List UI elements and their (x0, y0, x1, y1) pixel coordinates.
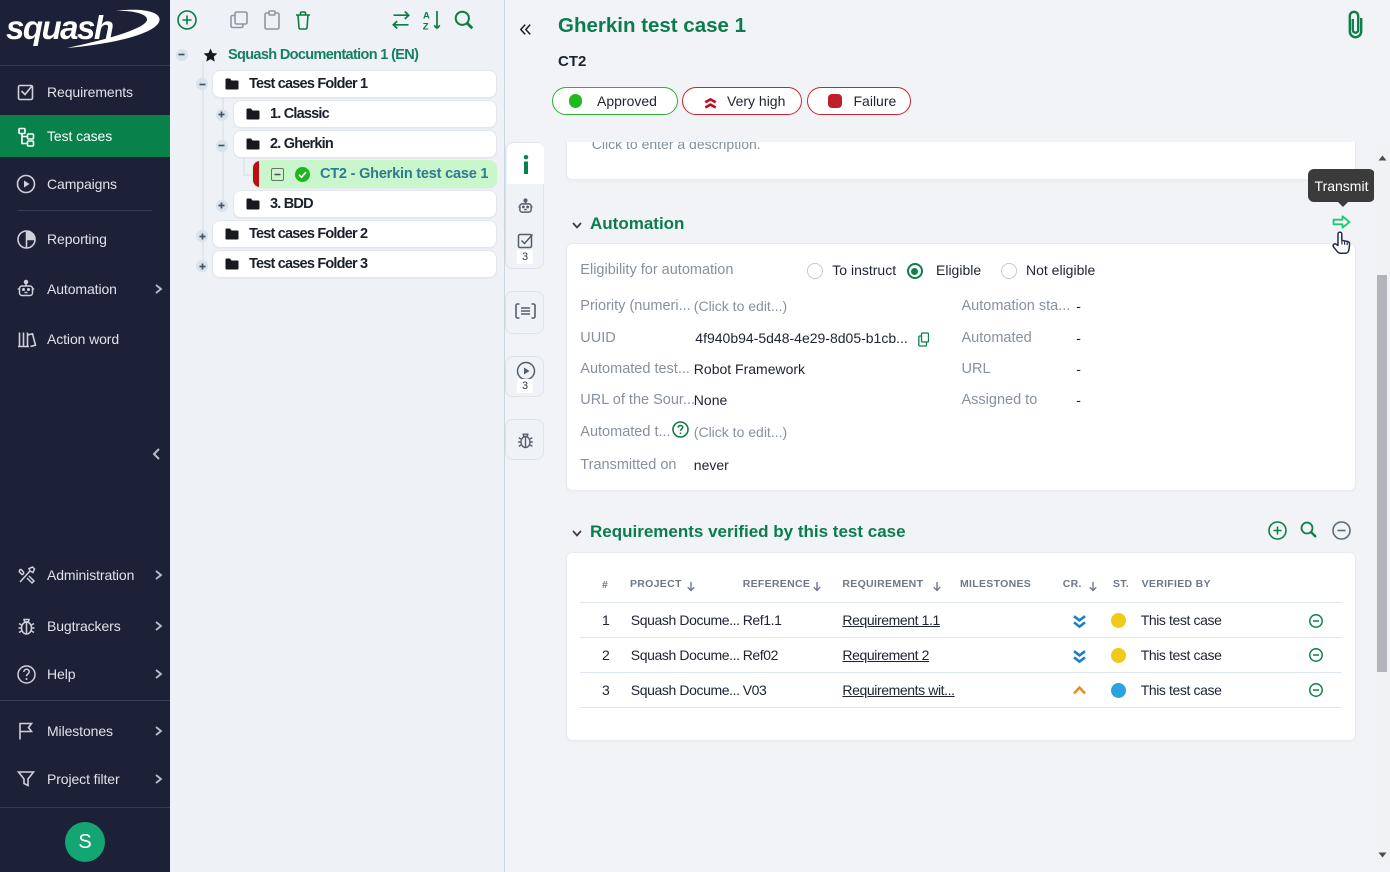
svg-text:squash: squash (6, 9, 113, 46)
svg-text:Z: Z (423, 22, 429, 32)
svg-text:A: A (423, 11, 430, 22)
